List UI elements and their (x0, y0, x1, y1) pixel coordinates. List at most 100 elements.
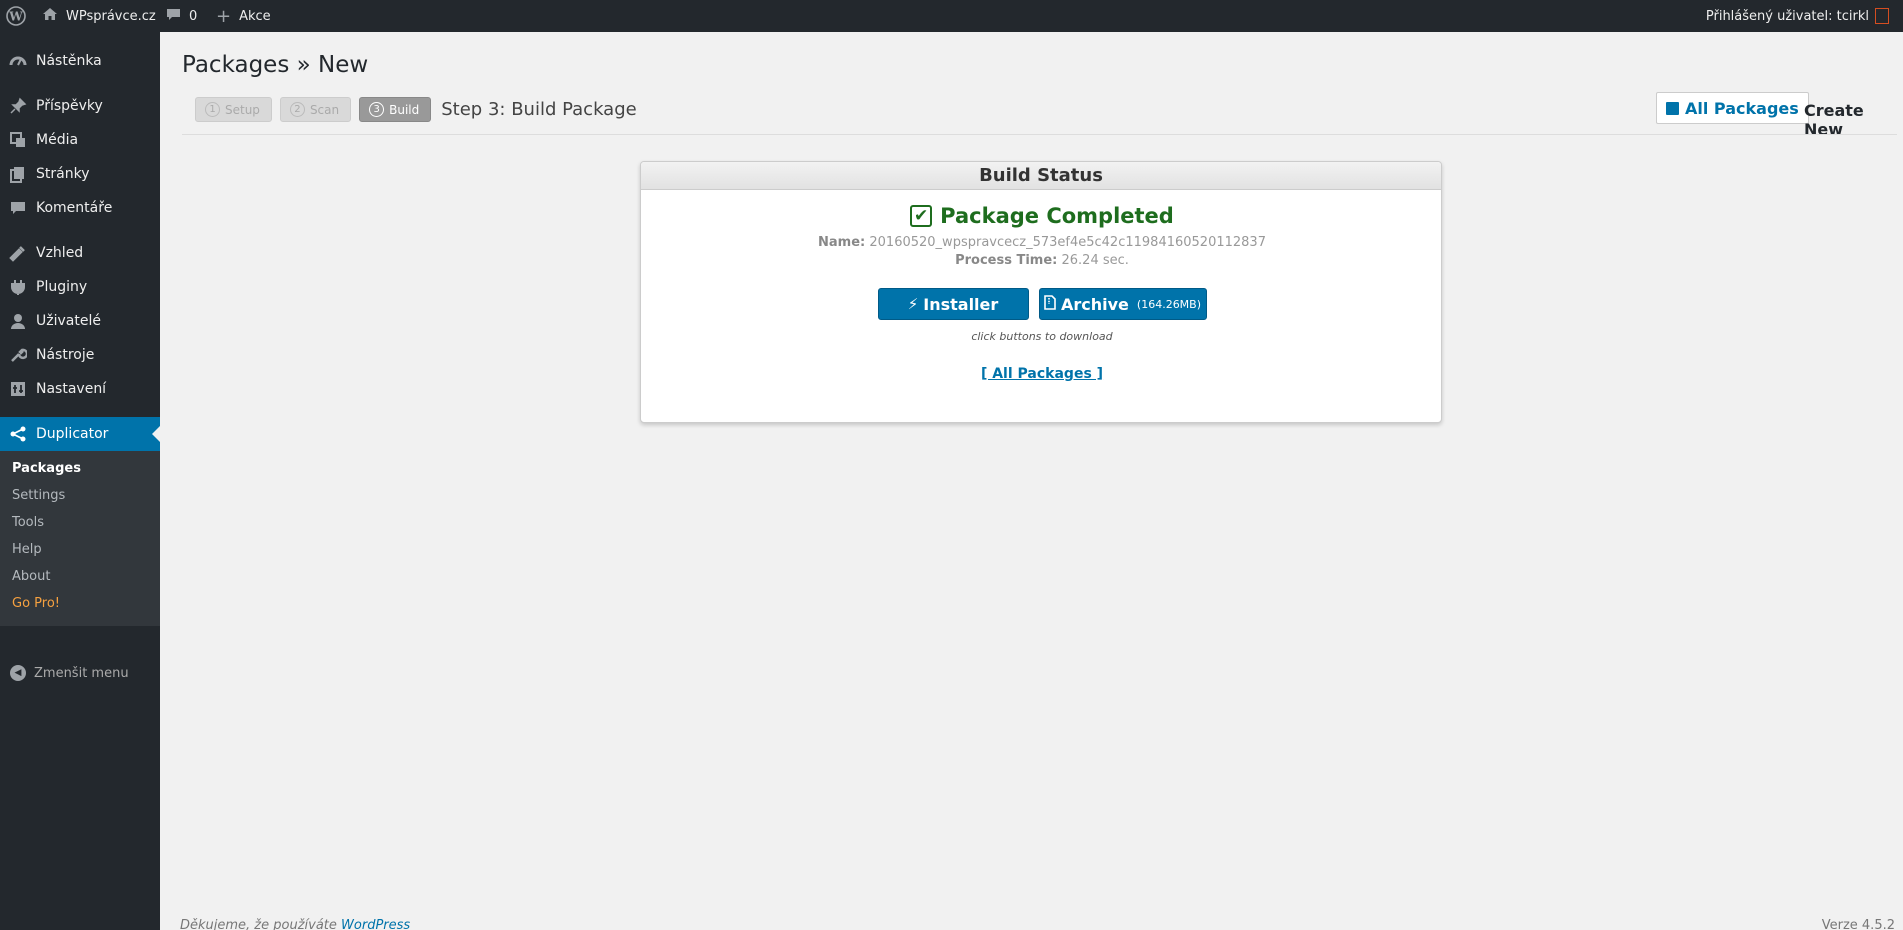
media-icon (8, 130, 28, 150)
users-icon (8, 311, 28, 331)
step-scan: 2 Scan (279, 97, 352, 122)
home-icon (42, 6, 58, 26)
new-label: Akce (239, 8, 271, 24)
sidebar-item-posts[interactable]: Příspěvky (0, 89, 160, 123)
all-packages-link[interactable]: [ All Packages ] (641, 366, 1441, 382)
sidebar-item-label: Stránky (36, 166, 90, 182)
name-label: Name: (818, 235, 866, 250)
sidebar-item-users[interactable]: Uživatelé (0, 304, 160, 338)
submenu-item-about[interactable]: About (12, 569, 50, 584)
sidebar-item-comments[interactable]: Komentáře (0, 191, 160, 225)
user-account-link[interactable]: Přihlášený uživatel: tcirkl (1706, 0, 1889, 32)
download-buttons: ⚡ Installer Archive (164.26MB) (641, 288, 1441, 320)
footer-thanks: Děkujeme, že používáte WordPress (180, 918, 410, 930)
sidebar-item-label: Nástěnka (36, 53, 102, 69)
wizard-steps: 1 Setup 2 Scan 3 Build Step 3: Build Pac… (195, 97, 637, 122)
collapse-arrow-icon: ◀ (10, 665, 26, 681)
comments-count: 0 (189, 8, 198, 24)
pin-icon (8, 96, 28, 116)
step-number: 2 (289, 102, 305, 117)
installer-label: Installer (923, 294, 999, 314)
wordpress-link[interactable]: WordPress (341, 918, 410, 930)
sidebar-item-label: Média (36, 132, 79, 148)
page-title: Packages » New (182, 52, 369, 78)
step-number: 3 (369, 102, 385, 117)
build-status-header: Build Status (641, 162, 1441, 190)
new-content-link[interactable]: + Akce (216, 0, 271, 32)
dashboard-icon (8, 51, 28, 71)
process-time-line: Process Time: 26.24 sec. (641, 253, 1441, 268)
sidebar-item-duplicator[interactable]: Duplicator (0, 417, 160, 451)
duplicator-submenu: Packages Settings Tools Help About Go Pr… (0, 451, 160, 626)
comments-icon (8, 198, 28, 218)
admin-sidebar: Nástěnka Příspěvky Média Stránky Komentá… (0, 32, 160, 930)
avatar (1875, 8, 1889, 24)
footer-thanks-text: Děkujeme, že používáte (180, 918, 337, 930)
name-value: 20160520_wpspravcecz_573ef4e5c42c1198416… (869, 235, 1266, 250)
submenu-item-tools[interactable]: Tools (12, 515, 44, 530)
time-label: Process Time: (955, 253, 1058, 268)
time-value: 26.24 sec. (1061, 253, 1129, 268)
comment-bubble-icon (166, 7, 181, 26)
status-text: Package Completed (940, 204, 1174, 228)
submenu-item-help[interactable]: Help (12, 542, 42, 557)
archive-download-button[interactable]: Archive (164.26MB) (1038, 288, 1207, 320)
package-name-line: Name: 20160520_wpspravcecz_573ef4e5c42c1… (641, 235, 1441, 250)
plugins-icon (8, 277, 28, 297)
all-packages-label: All Packages (1685, 98, 1799, 118)
sidebar-item-label: Příspěvky (36, 98, 103, 114)
admin-bar: W WPsprávce.cz 0 + Akce Přihlášený uživa… (0, 0, 1903, 32)
settings-icon (8, 379, 28, 399)
sidebar-item-media[interactable]: Média (0, 123, 160, 157)
sidebar-item-label: Vzhled (36, 245, 84, 261)
archive-label: Archive (1060, 294, 1129, 314)
pages-icon (8, 164, 28, 184)
sidebar-item-settings[interactable]: Nastavení (0, 372, 160, 406)
submenu-item-go-pro[interactable]: Go Pro! (12, 596, 60, 611)
site-name: WPsprávce.cz (66, 8, 156, 24)
sidebar-item-appearance[interactable]: Vzhled (0, 236, 160, 270)
download-hint: click buttons to download (971, 330, 1113, 343)
comments-link[interactable]: 0 (166, 0, 197, 32)
file-zip-icon (1044, 294, 1056, 314)
check-square-icon: ✔ (910, 205, 933, 227)
site-name-link[interactable]: WPsprávce.cz (42, 0, 156, 32)
step-setup: 1 Setup (195, 97, 272, 122)
footer-version: Verze 4.5.2 (1821, 918, 1895, 930)
build-status-panel: Build Status ✔ Package Completed Name: 2… (640, 161, 1442, 423)
sidebar-item-label: Komentáře (36, 200, 113, 216)
submenu-item-settings[interactable]: Settings (12, 488, 65, 503)
step-build: 3 Build (359, 97, 432, 122)
wordpress-logo-icon[interactable]: W (6, 0, 30, 32)
archive-box-icon (1666, 101, 1679, 115)
sidebar-item-label: Nástroje (36, 347, 95, 363)
sidebar-item-plugins[interactable]: Pluginy (0, 270, 160, 304)
user-label: Přihlášený uživatel: tcirkl (1705, 8, 1869, 24)
package-completed-status: ✔ Package Completed (641, 204, 1441, 228)
svg-text:W: W (8, 10, 23, 24)
installer-download-button[interactable]: ⚡ Installer (877, 288, 1029, 320)
share-icon (8, 424, 28, 444)
sidebar-item-pages[interactable]: Stránky (0, 157, 160, 191)
sidebar-item-dashboard[interactable]: Nástěnka (0, 44, 160, 78)
collapse-label: Zmenšit menu (34, 665, 129, 681)
sidebar-item-label: Duplicator (36, 426, 109, 442)
all-packages-button[interactable]: All Packages (1656, 92, 1809, 124)
divider (182, 134, 1897, 135)
collapse-menu-button[interactable]: ◀ Zmenšit menu (10, 665, 129, 681)
step-number: 1 (205, 102, 220, 117)
sidebar-item-label: Uživatelé (36, 313, 101, 329)
step-label: Build (389, 102, 420, 117)
step-label: Setup (225, 102, 260, 117)
sidebar-item-label: Nastavení (36, 381, 107, 397)
step-label: Scan (309, 102, 340, 117)
bolt-icon: ⚡ (907, 295, 919, 313)
step-title: Step 3: Build Package (441, 99, 637, 120)
submenu-item-packages[interactable]: Packages (12, 461, 81, 476)
archive-size: (164.26MB) (1136, 297, 1202, 311)
sidebar-item-tools[interactable]: Nástroje (0, 338, 160, 372)
appearance-icon (8, 243, 28, 263)
plus-icon: + (216, 5, 232, 27)
sidebar-item-label: Pluginy (36, 279, 88, 295)
tools-icon (8, 345, 28, 365)
